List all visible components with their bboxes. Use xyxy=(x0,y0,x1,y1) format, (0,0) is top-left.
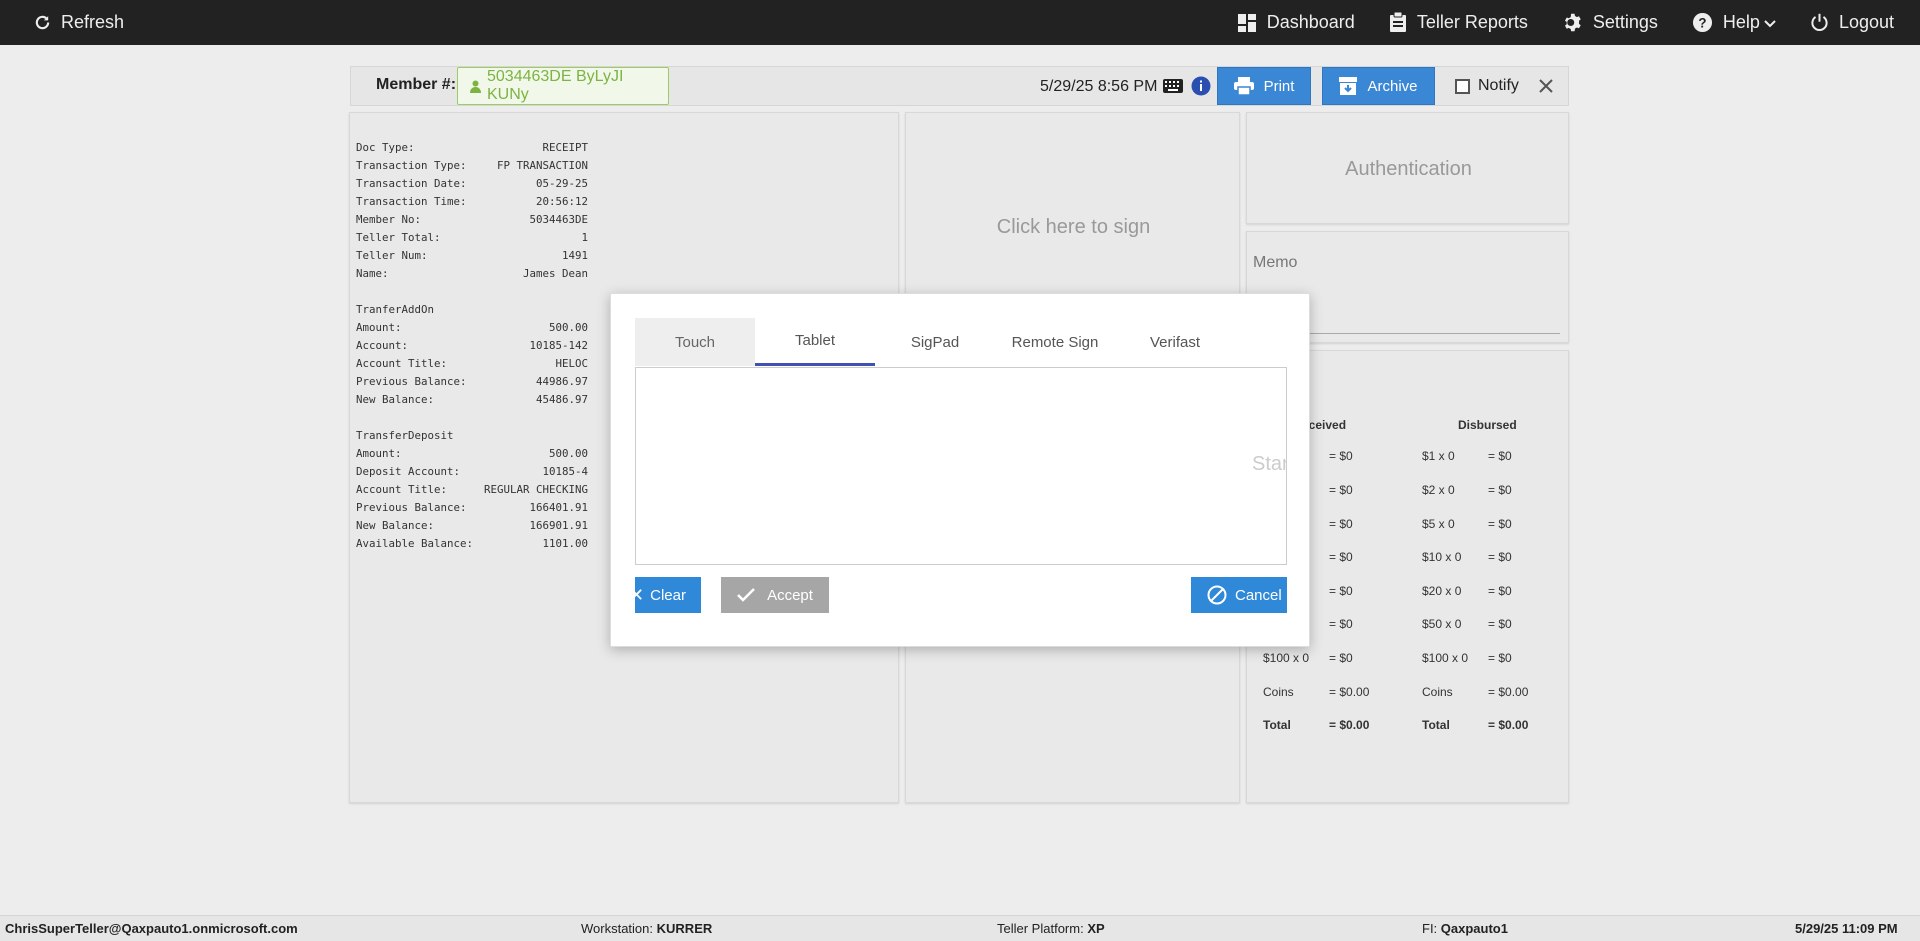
nav-settings-label: Settings xyxy=(1592,12,1658,32)
signature-method-tabs: Touch Tablet SigPad Remote Sign Verifast xyxy=(635,318,1235,366)
cancel-label: Cancel xyxy=(1235,586,1282,604)
nav-dashboard[interactable]: Dashboard xyxy=(1237,12,1355,33)
status-datetime: 5/29/25 11:09 PM xyxy=(1795,921,1898,936)
status-fi: FI: Qaxpauto1 xyxy=(1422,921,1508,936)
accept-button[interactable]: Accept xyxy=(721,577,829,613)
status-platform: Teller Platform: XP xyxy=(997,921,1105,936)
tab-sigpad[interactable]: SigPad xyxy=(875,318,995,366)
tab-tablet[interactable]: Tablet xyxy=(755,318,875,366)
nav-help[interactable]: ? Help xyxy=(1692,12,1776,33)
gear-icon xyxy=(1562,12,1583,33)
signature-modal: Touch Tablet SigPad Remote Sign Verifast Sta… xyxy=(610,293,1310,647)
nav-teller-reports-label: Teller Reports xyxy=(1416,12,1528,32)
accept-label: Accept xyxy=(767,586,813,604)
refresh-icon xyxy=(34,14,51,31)
nav-teller-reports[interactable]: Teller Reports xyxy=(1389,12,1528,33)
chevron-down-icon xyxy=(1764,17,1776,29)
signature-canvas[interactable]: Star xyxy=(635,367,1287,565)
tab-touch[interactable]: Touch xyxy=(635,318,755,366)
tab-verifast[interactable]: Verifast xyxy=(1115,318,1235,366)
dashboard-icon xyxy=(1237,13,1257,33)
power-icon xyxy=(1810,13,1829,32)
status-user-value: ChrisSuperTeller@Qaxpauto1.onmicrosoft.c… xyxy=(5,921,298,936)
clear-button[interactable]: ✕ Clear xyxy=(635,577,701,613)
canvas-hint: Star xyxy=(1252,453,1287,475)
clear-x-icon: ✕ xyxy=(635,585,644,606)
top-navbar: Refresh Dashboard Teller Reports Setting… xyxy=(0,0,1920,45)
status-bar: ChrisSuperTeller@Qaxpauto1.onmicrosoft.c… xyxy=(0,915,1920,941)
clear-label: Clear xyxy=(650,586,686,604)
status-user: ChrisSuperTeller@Qaxpauto1.onmicrosoft.c… xyxy=(5,921,298,936)
status-workstation: Workstation: KURRER xyxy=(581,921,712,936)
workstation-label: Workstation: xyxy=(581,921,654,936)
ban-icon xyxy=(1207,585,1227,605)
check-icon xyxy=(737,588,755,602)
clipboard-icon xyxy=(1389,12,1407,33)
refresh-label: Refresh xyxy=(61,12,125,32)
nav-logout[interactable]: Logout xyxy=(1810,12,1894,33)
nav-menu: Dashboard Teller Reports Settings ? Help xyxy=(1203,0,1894,45)
platform-value: XP xyxy=(1087,921,1105,936)
fi-label: FI: xyxy=(1422,921,1438,936)
nav-dashboard-label: Dashboard xyxy=(1266,12,1355,32)
refresh-button[interactable]: Refresh xyxy=(34,0,124,45)
platform-label: Teller Platform: xyxy=(997,921,1084,936)
help-icon: ? xyxy=(1692,12,1713,33)
nav-settings[interactable]: Settings xyxy=(1562,12,1658,33)
tab-remote-sign[interactable]: Remote Sign xyxy=(995,318,1115,366)
workstation-value: KURRER xyxy=(656,921,713,936)
fi-value: Qaxpauto1 xyxy=(1440,921,1508,936)
cancel-button[interactable]: Cancel xyxy=(1191,577,1287,613)
status-datetime-value: 5/29/25 11:09 PM xyxy=(1795,921,1898,936)
nav-logout-label: Logout xyxy=(1838,12,1894,32)
nav-help-label: Help xyxy=(1722,12,1760,32)
svg-text:?: ? xyxy=(1698,15,1706,30)
